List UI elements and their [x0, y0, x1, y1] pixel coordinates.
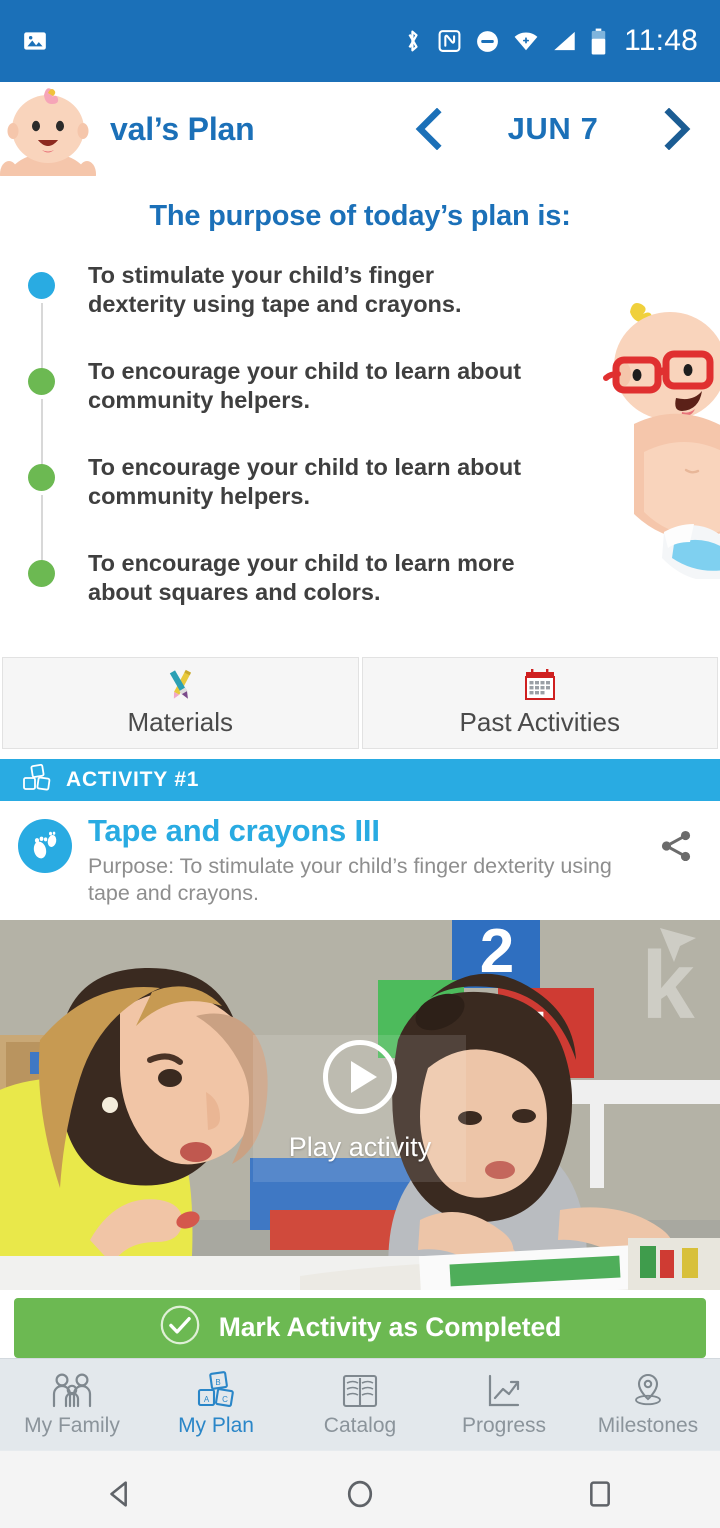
tab-milestones[interactable]: Milestones [576, 1359, 720, 1450]
photo-icon [22, 28, 48, 54]
past-activities-button[interactable]: Past Activities [361, 657, 718, 749]
tab-label: My Family [24, 1413, 120, 1437]
prev-day-button[interactable] [402, 101, 458, 157]
next-day-button[interactable] [648, 101, 704, 157]
goal-marker [0, 355, 88, 473]
tab-label: Catalog [323, 1413, 397, 1437]
goal-marker [0, 259, 88, 377]
tab-label: Milestones [597, 1413, 699, 1437]
goal-item: To stimulate your child’s finger dexteri… [0, 259, 720, 377]
back-triangle-icon[interactable] [60, 1464, 180, 1524]
goal-dot [28, 272, 55, 299]
goal-text: To encourage your child to learn about c… [88, 358, 522, 413]
past-activities-label: Past Activities [459, 706, 620, 737]
purpose-heading: The purpose of today’s plan is: [149, 200, 571, 232]
materials-button[interactable]: Materials [2, 657, 359, 749]
pencil-brush-icon [157, 669, 203, 703]
goal-item: To encourage your child to learn about c… [0, 355, 720, 473]
mark-completed-button[interactable]: Mark Activity as Completed [14, 1297, 706, 1358]
share-button[interactable] [650, 815, 702, 908]
goal-text: To stimulate your child’s finger dexteri… [88, 262, 462, 317]
goal-item: To encourage your child to learn about c… [0, 451, 720, 569]
date-navigator: JUN 7 [402, 101, 720, 157]
do-not-disturb-icon [475, 29, 500, 54]
status-bar-right-icons: 11:48 [402, 24, 698, 58]
goal-text: To encourage your child to learn more ab… [88, 550, 515, 605]
tab-my-family[interactable]: My Family [0, 1359, 144, 1450]
play-activity-label: Play activity [288, 1132, 432, 1163]
abc-blocks-icon: B A C [195, 1370, 237, 1409]
blocks-icon [22, 763, 52, 797]
wifi-icon [513, 29, 539, 53]
tab-label: Progress [461, 1413, 547, 1437]
activity-header: Tape and crayons III Purpose: To stimula… [0, 801, 720, 920]
goal-marker [0, 547, 88, 643]
play-icon [323, 1040, 397, 1115]
goal-item: To encourage your child to learn more ab… [0, 547, 720, 643]
goal-dot [28, 560, 55, 587]
home-circle-icon[interactable] [300, 1464, 420, 1524]
goal-text: To encourage your child to learn about c… [88, 454, 522, 509]
share-icon [657, 827, 695, 870]
play-activity-button[interactable]: Play activity [0, 920, 720, 1290]
activity-text-block: Tape and crayons III Purpose: To stimula… [88, 814, 634, 908]
battery-icon [590, 28, 607, 55]
tab-label: My Plan [178, 1413, 254, 1437]
map-pin-icon [629, 1371, 667, 1409]
materials-label: Materials [127, 706, 233, 737]
goal-list: To stimulate your child’s finger dexteri… [0, 259, 720, 643]
baby-footprints-icon [18, 819, 72, 873]
activity-video[interactable]: 2 1 [0, 919, 720, 1290]
nfc-icon [437, 28, 462, 54]
chart-trend-icon [485, 1371, 523, 1409]
check-circle-icon [159, 1304, 201, 1351]
purpose-section: The purpose of today’s plan is: To stimu… [0, 176, 720, 657]
current-date: JUN 7 [507, 111, 599, 146]
app-header: val’s Plan JUN 7 [0, 82, 720, 176]
svg-text:B: B [215, 1378, 220, 1387]
status-bar-clock: 11:48 [624, 24, 698, 57]
activity-purpose: Purpose: To stimulate your child’s finge… [88, 853, 612, 906]
mark-completed-label: Mark Activity as Completed [218, 1312, 562, 1343]
bluetooth-icon [402, 27, 424, 55]
quick-action-buttons: Materials Past Activities [0, 657, 720, 749]
app-root: 11:48 val’s Plan JUN 7 The purpose of to… [0, 0, 720, 1528]
baby-avatar[interactable] [0, 82, 96, 176]
tab-progress[interactable]: Progress [432, 1359, 576, 1450]
recents-square-icon[interactable] [540, 1464, 660, 1524]
bottom-tabbar: My Family B A C My Plan Catalog Progress… [0, 1357, 720, 1450]
tab-catalog[interactable]: Catalog [288, 1359, 432, 1450]
cellular-signal-icon [552, 29, 577, 53]
complete-strip: Mark Activity as Completed [0, 1289, 720, 1358]
svg-text:A: A [204, 1395, 210, 1404]
activity-banner-label: ACTIVITY #1 [66, 768, 200, 791]
page-title: val’s Plan [110, 110, 255, 147]
family-icon [51, 1371, 93, 1409]
activity-banner: ACTIVITY #1 [0, 759, 720, 801]
goal-dot [28, 368, 55, 395]
android-navigation-bar [0, 1449, 720, 1528]
activity-title[interactable]: Tape and crayons III [88, 814, 634, 848]
status-bar-left-icons [22, 28, 48, 54]
goal-marker [0, 451, 88, 569]
tab-my-plan[interactable]: B A C My Plan [144, 1359, 288, 1450]
book-icon [341, 1371, 379, 1409]
calendar-icon [520, 668, 560, 703]
status-bar: 11:48 [0, 0, 720, 82]
svg-text:C: C [222, 1395, 228, 1404]
goal-dot [28, 464, 55, 491]
